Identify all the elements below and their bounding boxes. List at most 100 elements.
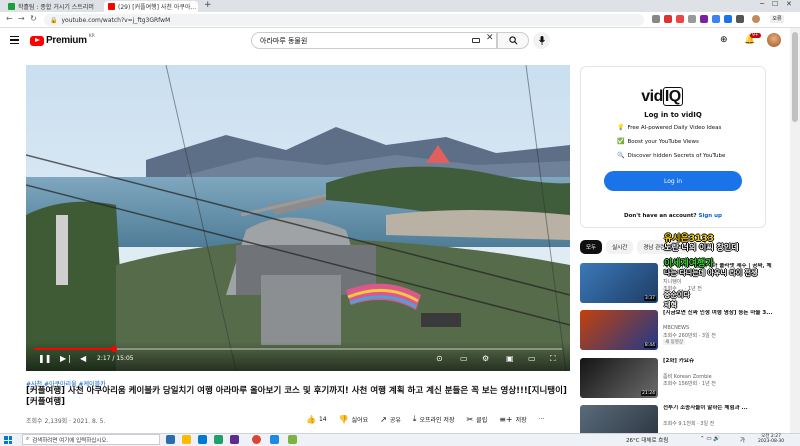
minimize-icon[interactable]: ─ [760, 0, 764, 8]
thumbs-up-icon: 👍 [306, 414, 316, 424]
pause-icon[interactable]: ❚❚ [38, 354, 51, 364]
recommendation-thumbnail[interactable] [580, 405, 658, 433]
fullscreen-icon[interactable]: ⛶ [550, 354, 556, 364]
account-avatar[interactable] [767, 33, 781, 47]
recommendation-channel[interactable]: 지니탱이 [663, 278, 681, 285]
new-video-badge: 새 동영상 [663, 339, 685, 345]
scrollbar-thumb[interactable] [792, 32, 798, 122]
extension-icon[interactable] [676, 15, 684, 23]
video-meta: 조회수 2,139회 · 2021. 8. 5. [26, 418, 106, 425]
task-view-icon[interactable] [166, 435, 175, 444]
progress-scrubber[interactable] [110, 346, 117, 352]
maximize-icon[interactable]: ☐ [772, 0, 778, 8]
address-bar[interactable]: 🔒 youtube.com/watch?v=j_ftg3GRfwM [44, 14, 644, 26]
puzzle-icon[interactable] [736, 15, 744, 23]
notification-count: 9+ [750, 33, 761, 38]
recommendation-meta: 조회수 9.1천회 · 3일 전 [663, 421, 715, 427]
profile-avatar[interactable] [752, 15, 760, 23]
logo-vid: vid [641, 88, 663, 105]
recommendation-channel[interactable]: MBCNEWS [663, 325, 689, 331]
miniplayer-icon[interactable]: ▣ [506, 354, 514, 364]
search-button[interactable] [497, 32, 529, 49]
windows-start-icon[interactable] [4, 436, 12, 444]
share-button[interactable]: ↗ 공유 [380, 415, 401, 424]
thumbs-down-icon: 👎 [338, 414, 349, 424]
chip-live[interactable]: 실시간 [606, 240, 634, 254]
youtube-logo[interactable]: Premium KR [30, 34, 95, 46]
taskbar-clock[interactable]: 오전 2:27 2023-08-30 [758, 434, 784, 444]
recommendation-title[interactable]: [지금보면 진짜 인생 여행 영상] 등돈 마을 3... [663, 310, 775, 317]
search-value: 아라마루 동물원 [260, 36, 308, 45]
update-button[interactable]: 오류 [770, 15, 784, 23]
recommendation-item[interactable]: 8:44 [지금보면 진짜 인생 여행 영상] 등돈 마을 3... MBCNE… [580, 310, 780, 350]
recommendation-thumbnail[interactable]: 21:24 [580, 358, 658, 398]
app-icon[interactable] [214, 435, 223, 444]
subtitles-icon[interactable]: ▭ [460, 354, 468, 364]
extension-icon[interactable] [688, 15, 696, 23]
url-text: youtube.com/watch?v=j_ftg3GRfwM [61, 16, 171, 24]
autoplay-toggle-icon[interactable]: ⊙ [436, 354, 443, 364]
tray-icons[interactable]: ⌃ ▭ 🔊 [700, 436, 720, 442]
app-icon[interactable] [270, 435, 279, 444]
voice-search-button[interactable] [533, 32, 550, 49]
hamburger-menu-icon[interactable] [10, 36, 19, 44]
vidiq-feature: ✅ Boost your YouTube Views [617, 138, 699, 145]
like-button[interactable]: 👍 14 [306, 415, 327, 424]
recommendation-item[interactable]: 21:24 [2화] 카요쥬 좀비 Korean Zombie 조회수 156만… [580, 358, 780, 398]
ime-indicator[interactable]: 가 [740, 436, 745, 444]
clip-button[interactable]: ✂ 클립 [466, 415, 487, 424]
share-icon: ↗ [380, 414, 387, 424]
recommendation-title[interactable]: 전투기 조종사들이 말하는 체험과 ... [663, 405, 775, 412]
browser-tab-2[interactable]: (29) [커플여행] 사천 아쿠아... ✕ [104, 1, 198, 12]
close-window-icon[interactable]: ✕ [786, 0, 792, 8]
app-icon[interactable] [288, 435, 297, 444]
magnifier-icon: 🔍 [617, 152, 625, 159]
chip-all[interactable]: 모두 [580, 240, 603, 254]
back-icon[interactable]: ← [6, 14, 13, 23]
duration: 15:05 [116, 355, 134, 362]
video-player[interactable] [26, 65, 570, 371]
chat-overlay-line: 나는 다니는데 아우니 라이 전생 [664, 269, 758, 277]
vidiq-login-button[interactable]: Log in [604, 171, 742, 191]
logo-iq: IQ [662, 87, 683, 106]
theater-mode-icon[interactable]: ▭ [528, 354, 536, 364]
vidiq-extension-icon[interactable] [700, 15, 708, 23]
settings-gear-icon[interactable]: ⚙ [482, 354, 489, 364]
signup-link[interactable]: Sign up [699, 213, 722, 219]
more-actions-button[interactable]: ··· [539, 416, 545, 423]
chat-overlay-line: 중순이다 [664, 291, 690, 299]
extension-icon[interactable] [664, 15, 672, 23]
weather-widget[interactable]: 26°C 대체로 흐림 [626, 436, 668, 444]
logo-text: Premium [46, 35, 87, 46]
next-icon[interactable]: ▶❘ [60, 354, 73, 364]
save-button[interactable]: ≡+ 저장 [499, 415, 526, 424]
forward-icon[interactable]: → [18, 14, 25, 23]
app-icon[interactable] [230, 435, 239, 444]
duration-badge: 3:37 [643, 296, 656, 301]
extension-icon[interactable] [712, 15, 720, 23]
browser-tab-1[interactable]: 학흘팀 : 종합 거시기 스트리머 ✕ [4, 1, 96, 12]
recommendation-item[interactable]: 전투기 조종사들이 말하는 체험과 ... 조회수 9.1천회 · 3일 전 [580, 405, 780, 433]
volume-icon[interactable]: ◀ [80, 354, 86, 364]
new-tab-button[interactable]: + [204, 0, 212, 10]
dislike-button[interactable]: 👎 싫어요 [339, 415, 369, 424]
clear-search-icon[interactable]: ✕ [486, 33, 494, 43]
extension-icon[interactable] [724, 15, 732, 23]
file-explorer-icon[interactable] [182, 435, 191, 444]
current-time: 2:17 [97, 355, 111, 362]
country-code: KR [88, 34, 95, 39]
recommendation-title[interactable]: [2화] 카요쥬 [663, 358, 775, 365]
create-video-icon[interactable]: ⊕ [720, 35, 728, 45]
taskbar-search[interactable]: ⌕ 검색하려면 여기에 입력하십시오. [22, 434, 160, 445]
edge-icon[interactable] [198, 435, 207, 444]
lock-icon: 🔒 [50, 16, 58, 24]
recommendation-channel[interactable]: 좀비 Korean Zombie [663, 373, 712, 380]
chrome-icon[interactable] [252, 435, 261, 444]
search-input[interactable]: 아라마루 동물원 [251, 32, 497, 49]
recommendation-thumbnail[interactable]: 8:44 [580, 310, 658, 350]
reload-icon[interactable]: ↻ [30, 14, 37, 23]
recommendation-thumbnail[interactable]: 3:37 [580, 263, 658, 303]
keyboard-icon[interactable] [472, 38, 480, 43]
offline-save-button[interactable]: ⤓ 오프라인 저장 [413, 414, 455, 424]
extension-icon[interactable] [652, 15, 660, 23]
